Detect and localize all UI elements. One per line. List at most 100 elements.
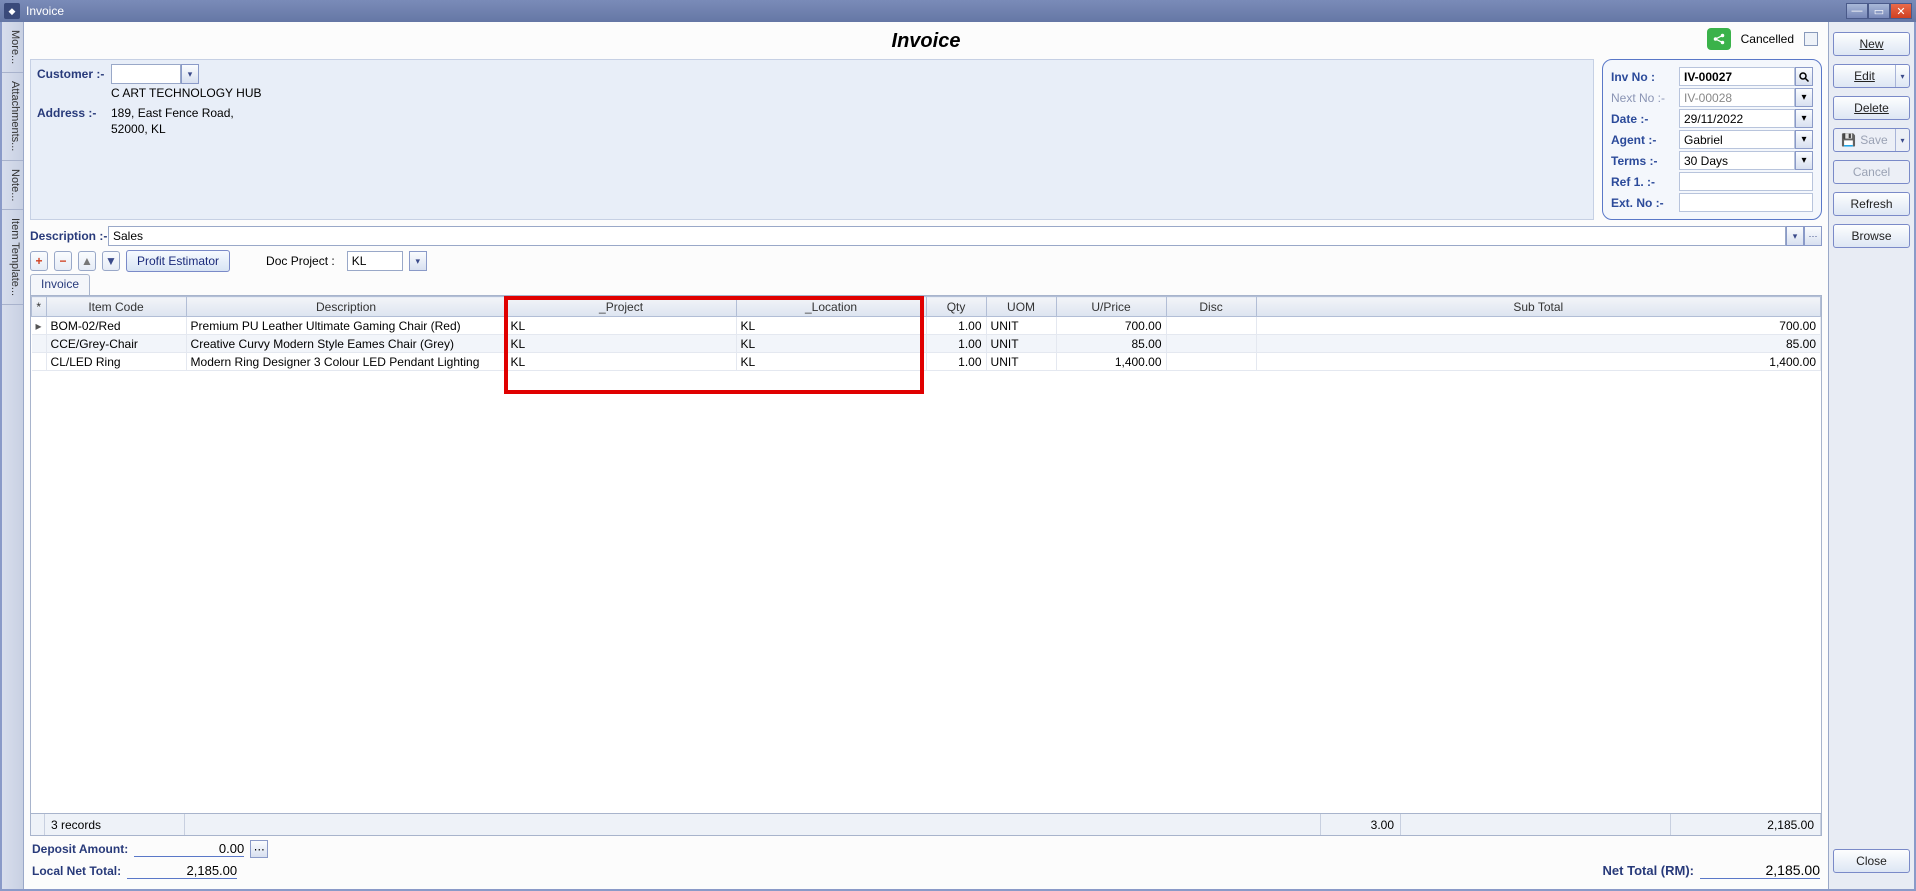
edit-split-icon[interactable]: ▾ [1895, 65, 1909, 87]
floppy-icon: 💾 [1841, 133, 1856, 147]
row-marker [32, 335, 47, 353]
cell-subtotal[interactable]: 85.00 [1256, 335, 1820, 353]
address-line-1: 189, East Fence Road, [111, 106, 234, 120]
address-line-2: 52000, KL [111, 122, 1587, 136]
row-marker: ▸ [32, 317, 47, 335]
new-button[interactable]: New [1833, 32, 1910, 56]
col-project[interactable]: _Project [506, 297, 736, 317]
browse-button[interactable]: Browse [1833, 224, 1910, 248]
search-inv-icon[interactable] [1795, 67, 1813, 86]
footer-records: 3 records [45, 814, 185, 835]
col-uprice[interactable]: U/Price [1056, 297, 1166, 317]
move-down-button[interactable]: ▼ [102, 251, 120, 271]
share-button[interactable] [1707, 28, 1731, 50]
terms-dropdown-icon[interactable]: ▾ [1795, 151, 1813, 170]
invoice-info-panel: Inv No : IV-00027 Next No :- IV-00028 ▾ … [1602, 59, 1822, 220]
cell-item-code[interactable]: CL/LED Ring [46, 353, 186, 371]
table-row[interactable]: CCE/Grey-ChairCreative Curvy Modern Styl… [32, 335, 1821, 353]
cell-project[interactable]: KL [506, 317, 736, 335]
date-field[interactable]: 29/11/2022 [1679, 109, 1795, 128]
cell-uprice[interactable]: 700.00 [1056, 317, 1166, 335]
right-button-panel: New Edit▾ Delete 💾 Save ▾ Cancel Refresh… [1828, 22, 1914, 889]
next-no-dropdown-icon[interactable]: ▾ [1795, 88, 1813, 107]
cell-location[interactable]: KL [736, 353, 926, 371]
cell-qty[interactable]: 1.00 [926, 317, 986, 335]
local-net-total-label: Local Net Total: [32, 864, 121, 878]
table-row[interactable]: ▸BOM-02/RedPremium PU Leather Ultimate G… [32, 317, 1821, 335]
inv-no-field[interactable]: IV-00027 [1679, 67, 1795, 86]
agent-field[interactable]: Gabriel [1679, 130, 1795, 149]
page-title: Invoice [30, 30, 1822, 53]
cell-description[interactable]: Premium PU Leather Ultimate Gaming Chair… [186, 317, 506, 335]
cell-description[interactable]: Creative Curvy Modern Style Eames Chair … [186, 335, 506, 353]
add-row-button[interactable]: + [30, 251, 48, 271]
col-subtotal[interactable]: Sub Total [1256, 297, 1820, 317]
profit-estimator-button[interactable]: Profit Estimator [126, 250, 230, 272]
cell-item-code[interactable]: BOM-02/Red [46, 317, 186, 335]
remove-row-button[interactable]: − [54, 251, 72, 271]
date-dropdown-icon[interactable]: ▾ [1795, 109, 1813, 128]
cell-disc[interactable] [1166, 353, 1256, 371]
refresh-button[interactable]: Refresh [1833, 192, 1910, 216]
cell-qty[interactable]: 1.00 [926, 353, 986, 371]
customer-name: C ART TECHNOLOGY HUB [111, 86, 1587, 100]
agent-dropdown-icon[interactable]: ▾ [1795, 130, 1813, 149]
col-item-code[interactable]: Item Code [46, 297, 186, 317]
customer-input[interactable] [111, 64, 181, 84]
cell-description[interactable]: Modern Ring Designer 3 Colour LED Pendan… [186, 353, 506, 371]
cell-qty[interactable]: 1.00 [926, 335, 986, 353]
cell-project[interactable]: KL [506, 353, 736, 371]
terms-field[interactable]: 30 Days [1679, 151, 1795, 170]
edit-button[interactable]: Edit▾ [1833, 64, 1910, 88]
close-window-button[interactable]: ✕ [1890, 3, 1912, 19]
cancelled-checkbox[interactable] [1804, 32, 1818, 46]
cell-subtotal[interactable]: 1,400.00 [1256, 353, 1820, 371]
cell-uprice[interactable]: 85.00 [1056, 335, 1166, 353]
cell-uom[interactable]: UNIT [986, 317, 1056, 335]
footer-total: 2,185.00 [1671, 814, 1821, 835]
col-disc[interactable]: Disc [1166, 297, 1256, 317]
tab-invoice[interactable]: Invoice [30, 274, 90, 295]
side-tab-item-template[interactable]: Item Template... [2, 210, 23, 305]
next-no-field[interactable]: IV-00028 [1679, 88, 1795, 107]
cell-uom[interactable]: UNIT [986, 353, 1056, 371]
doc-project-field[interactable]: KL [347, 251, 403, 271]
description-more-icon[interactable]: ⋯ [1804, 226, 1822, 246]
cell-project[interactable]: KL [506, 335, 736, 353]
description-dropdown-icon[interactable]: ▾ [1786, 226, 1804, 246]
maximize-button[interactable]: ▭ [1868, 3, 1890, 19]
delete-button[interactable]: Delete [1833, 96, 1910, 120]
move-up-button[interactable]: ▲ [78, 251, 96, 271]
extno-field[interactable] [1679, 193, 1813, 212]
cell-disc[interactable] [1166, 335, 1256, 353]
titlebar: ◆ Invoice — ▭ ✕ [0, 0, 1916, 22]
side-tab-attachments[interactable]: Attachments... [2, 73, 23, 160]
close-button[interactable]: Close [1833, 849, 1910, 873]
save-button: 💾 Save ▾ [1833, 128, 1910, 152]
description-input[interactable]: Sales [108, 226, 1786, 246]
cell-location[interactable]: KL [736, 317, 926, 335]
cell-disc[interactable] [1166, 317, 1256, 335]
ref1-field[interactable] [1679, 172, 1813, 191]
col-uom[interactable]: UOM [986, 297, 1056, 317]
table-header-row: * Item Code Description _Project _Locati… [32, 297, 1821, 317]
customer-dropdown-icon[interactable]: ▾ [181, 64, 199, 84]
side-tab-note[interactable]: Note... [2, 161, 23, 210]
row-selector-header[interactable]: * [32, 297, 47, 317]
side-tab-more[interactable]: More... [2, 22, 23, 73]
share-icon [1712, 32, 1726, 46]
minimize-button[interactable]: — [1846, 3, 1868, 19]
col-description[interactable]: Description [186, 297, 506, 317]
cell-uom[interactable]: UNIT [986, 335, 1056, 353]
deposit-more-button[interactable]: ⋯ [250, 840, 268, 858]
col-location[interactable]: _Location [736, 297, 926, 317]
col-qty[interactable]: Qty [926, 297, 986, 317]
doc-project-dropdown-icon[interactable]: ▾ [409, 251, 427, 271]
cell-item-code[interactable]: CCE/Grey-Chair [46, 335, 186, 353]
table-row[interactable]: CL/LED RingModern Ring Designer 3 Colour… [32, 353, 1821, 371]
deposit-amount-value: 0.00 [134, 841, 244, 857]
cell-subtotal[interactable]: 700.00 [1256, 317, 1820, 335]
cell-uprice[interactable]: 1,400.00 [1056, 353, 1166, 371]
side-tabs: More... Attachments... Note... Item Temp… [2, 22, 24, 889]
cell-location[interactable]: KL [736, 335, 926, 353]
